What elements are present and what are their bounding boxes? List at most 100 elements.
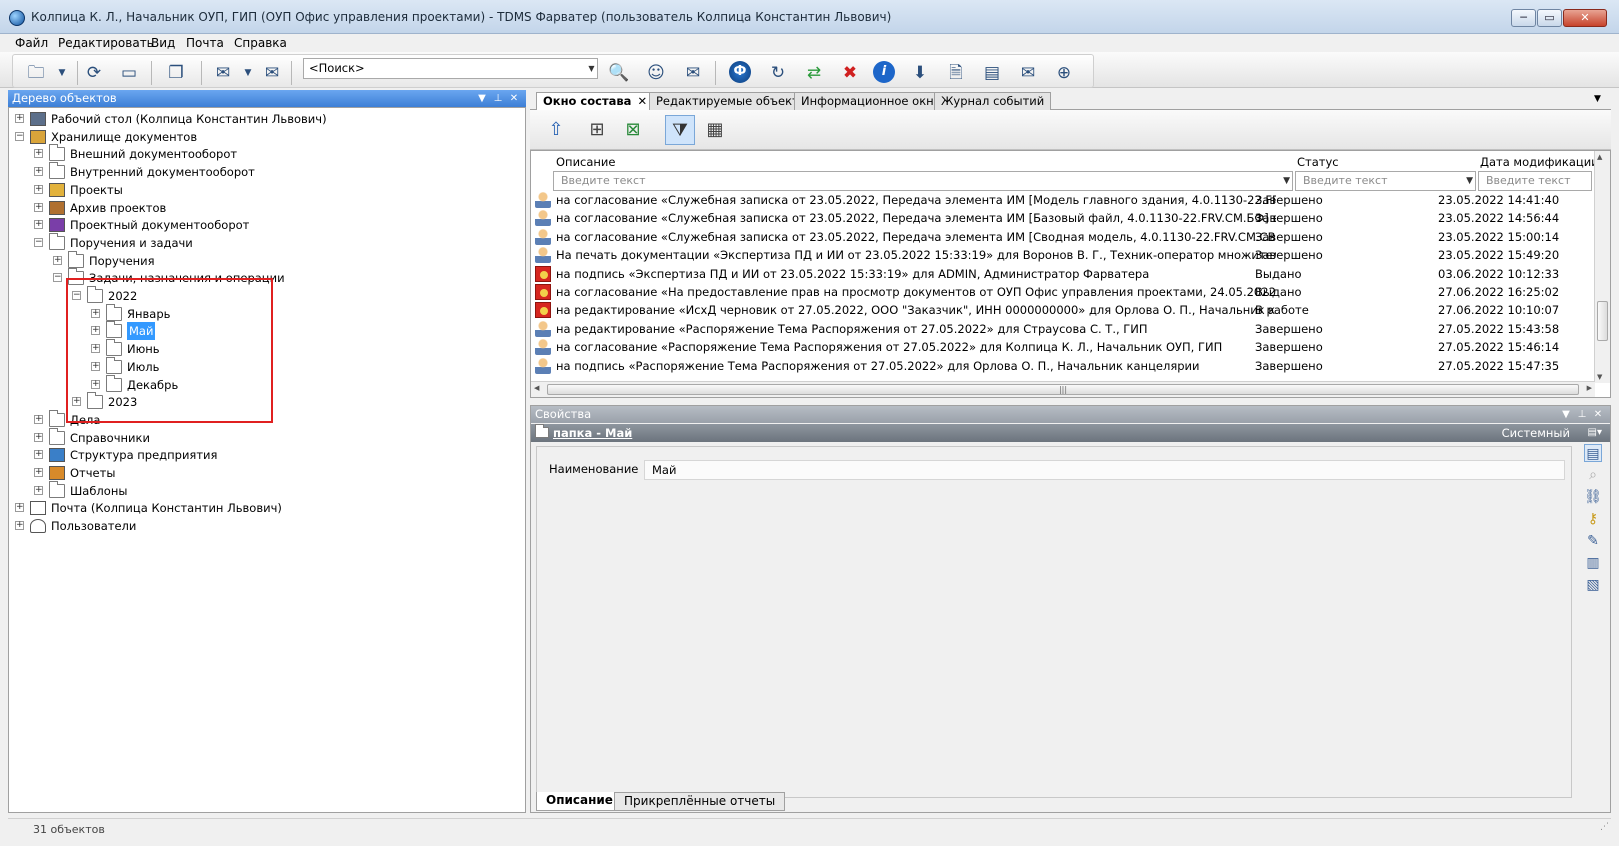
column-description[interactable]: Описание [556,155,615,169]
filter-dropdown-icon[interactable]: ▼ [1466,172,1473,190]
pane-close-icon[interactable]: ✕ [1592,406,1604,423]
table-row[interactable]: на подпись «Экспертиза ПД и ИИ от 23.05.… [533,265,1591,283]
tab-attached-reports[interactable]: Прикреплённые отчеты [614,792,786,811]
expand-icon[interactable]: + [34,485,43,495]
envelope-open-icon[interactable]: ✉ [259,61,285,85]
bookmark-down-icon[interactable]: ⬇ [907,61,933,85]
tree-view-icon[interactable]: ⊞ [582,115,612,145]
filter-status-input[interactable]: Введите текст ▼ [1295,171,1476,191]
pane-menu-icon[interactable]: ▼ [1560,406,1572,423]
table-row[interactable]: на согласование «Служебная записка от 23… [533,191,1591,209]
zoom-icon[interactable]: ⌕ [1584,466,1602,484]
copy-paste-icon[interactable]: ❐ [163,61,189,85]
search-dropdown-icon[interactable]: ▼ [586,60,597,77]
filter-icon[interactable]: ⧩ [665,115,695,145]
expand-icon[interactable]: + [34,202,43,212]
horizontal-scroll-thumb[interactable]: ||| [547,384,1579,395]
refresh-icon[interactable]: ⟳ [81,61,107,85]
new-object-dropdown-icon[interactable]: ▼ [49,61,75,85]
table-row[interactable]: на редактирование «Распоряжение Тема Рас… [533,320,1591,338]
expand-icon[interactable]: + [34,450,43,460]
link-icon[interactable]: ⛓ [1584,488,1602,506]
menu-file[interactable]: Файл [15,36,48,50]
name-field[interactable]: Май [644,460,1565,480]
menu-mail[interactable]: Почта [186,36,224,50]
table-row[interactable]: на согласование «На предоставление прав … [533,283,1591,301]
pane-menu-icon[interactable]: ▼ [476,90,488,107]
export-excel-icon[interactable]: ⊠ [618,115,648,145]
expand-icon[interactable]: + [34,468,43,477]
mail-icon[interactable]: ✉ [1015,61,1041,85]
tab-close-icon[interactable]: ✕ [637,94,647,108]
cancel-routes-icon[interactable]: ✖ [837,61,863,85]
tab-edited-objects[interactable]: Редактируемые объекты [649,92,815,110]
scroll-down-icon[interactable]: ▼ [1597,373,1602,381]
vertical-scrollbar[interactable]: ▲ ▼ [1594,151,1610,383]
table-row[interactable]: на согласование «Распоряжение Тема Распо… [533,338,1591,356]
mail-search-icon[interactable]: ✉ [680,61,706,85]
column-modified[interactable]: Дата модификации [1480,155,1599,169]
attachments-icon[interactable]: ▧ [1584,576,1602,594]
scroll-left-icon[interactable]: ◀ [534,384,539,392]
edit-icon[interactable]: ✎ [1584,532,1602,550]
collapse-icon[interactable]: − [53,273,62,283]
tab-description[interactable]: Описание [536,792,623,811]
expand-icon[interactable]: + [15,114,24,123]
key-icon[interactable]: ⚷ [1584,510,1602,528]
search-user-icon[interactable]: ☺ [643,61,669,85]
expand-icon[interactable]: + [53,255,62,265]
column-status[interactable]: Статус [1297,155,1339,169]
filter-dropdown-icon[interactable]: ▼ [1283,172,1290,190]
resize-grip-icon[interactable]: ⋰ [1600,816,1609,838]
tab-event-log[interactable]: Журнал событий [934,92,1052,110]
expand-icon[interactable]: + [15,521,24,531]
menu-edit[interactable]: Редактировать [58,36,154,50]
books-icon[interactable]: ▥ [1584,554,1602,572]
document-icon[interactable]: 🗎 [943,61,969,85]
expand-icon[interactable]: + [34,220,43,230]
tabs-menu-icon[interactable]: ▼ [1594,94,1601,104]
view-menu-icon[interactable]: ▤▾ [1588,424,1602,442]
menu-help[interactable]: Справка [234,36,287,50]
table-row[interactable]: на редактирование «ИсхД черновик от 27.0… [533,301,1591,319]
clear-filter-icon[interactable]: ▦ [700,115,730,145]
collapse-icon[interactable]: − [34,237,43,247]
expand-icon[interactable]: + [34,432,43,442]
horizontal-scrollbar[interactable]: ◀ ||| ▶ [531,381,1595,397]
object-link[interactable]: папка - Май [553,424,632,442]
filter-modified-input[interactable]: Введите текст [1478,171,1592,191]
system-view-label[interactable]: Системный [1502,424,1570,442]
table-row[interactable]: На печать документации «Экспертиза ПД и … [533,246,1591,264]
globe-icon[interactable]: ⊕ [1051,61,1077,85]
expand-icon[interactable]: + [34,149,43,159]
search-doc-icon[interactable]: 🔍 [606,61,632,85]
pin-icon[interactable]: ⊥ [1576,406,1588,423]
new-object-icon[interactable]: 🗀 [23,61,49,85]
farvater-logo-icon[interactable]: Ф [729,61,751,83]
expand-icon[interactable]: + [15,503,24,513]
maximize-button[interactable]: ▭ [1537,9,1562,27]
close-button[interactable]: ✕ [1563,9,1607,27]
expand-icon[interactable]: + [34,184,43,194]
comment-icon[interactable]: ▤ [979,61,1005,85]
tab-composition[interactable]: Окно состава ✕ [536,92,655,111]
table-row[interactable]: на согласование «Служебная записка от 23… [533,209,1591,227]
properties-view-icon[interactable]: ▤ [1584,444,1602,462]
filter-description-input[interactable]: Введите текст ▼ [553,171,1293,191]
table-row[interactable]: на подпись «Распоряжение Тема Распоряжен… [533,357,1591,375]
pane-close-icon[interactable]: ✕ [508,90,520,107]
reload-icon[interactable]: ↻ [765,61,791,85]
expand-icon[interactable]: + [34,167,43,177]
search-combobox[interactable]: <Поиск> [303,58,598,79]
info-icon[interactable]: i [873,61,895,83]
desktop-icon[interactable]: ▭ [116,61,142,85]
scroll-right-icon[interactable]: ▶ [1587,384,1592,392]
tab-info-window[interactable]: Информационное окно [794,92,948,110]
menu-view[interactable]: Вид [151,36,175,50]
send-mail-dropdown-icon[interactable]: ▼ [235,61,261,85]
collapse-icon[interactable]: − [15,131,24,141]
pin-icon[interactable]: ⊥ [492,90,504,107]
sync-users-icon[interactable]: ⇄ [801,61,827,85]
vertical-scroll-thumb[interactable] [1597,301,1608,341]
expand-icon[interactable]: + [34,414,43,424]
